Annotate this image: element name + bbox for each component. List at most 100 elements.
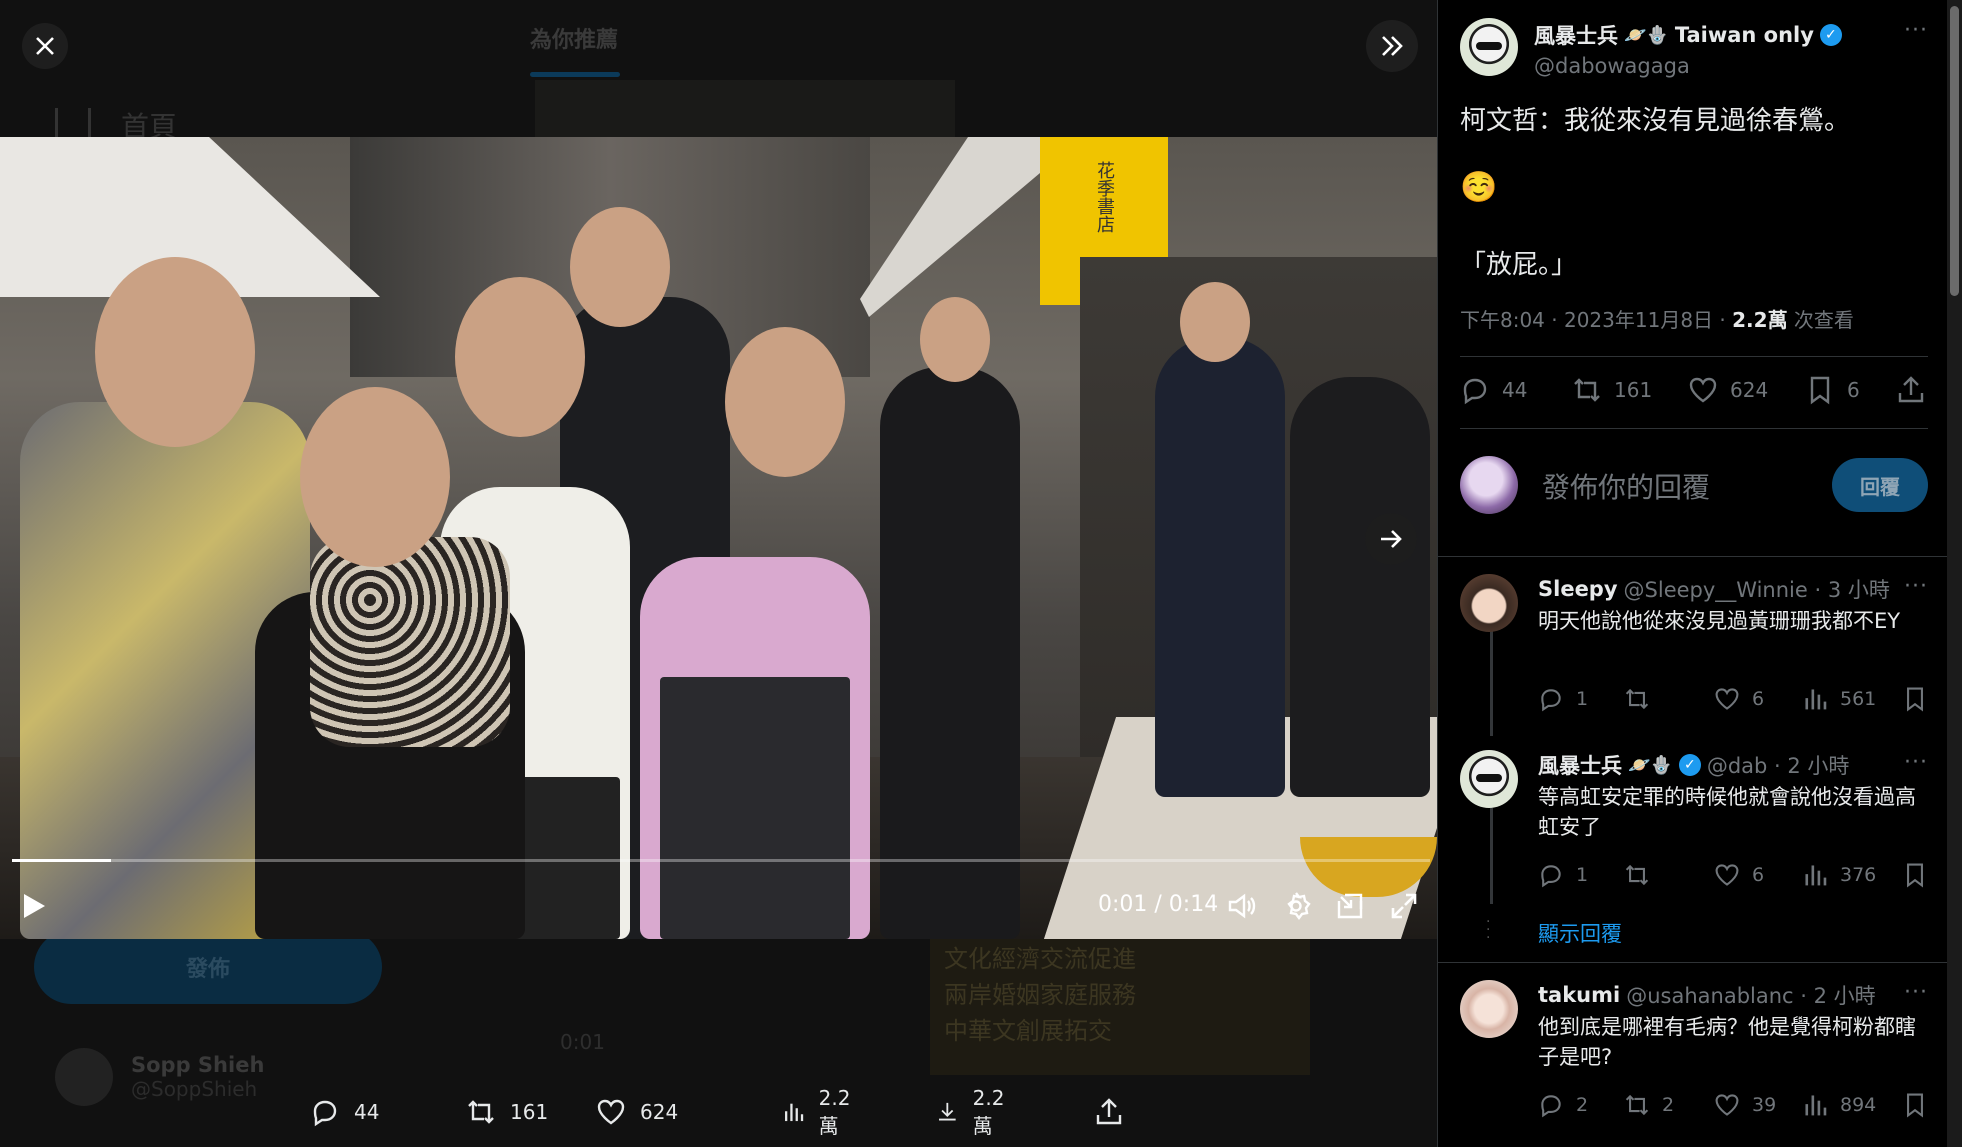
- avatar[interactable]: [1460, 574, 1518, 632]
- media-like-count: 624: [640, 1100, 679, 1124]
- media-like-button[interactable]: 624: [596, 1090, 678, 1134]
- reply-icon: [1541, 865, 1561, 888]
- media-download-count: 2.2萬: [972, 1085, 1005, 1138]
- reply-action-bar: 1 6 561: [1538, 686, 1928, 716]
- avatar[interactable]: [1460, 750, 1518, 808]
- reply-author-name[interactable]: takumi: [1538, 983, 1620, 1007]
- thread-connector-line: [1490, 808, 1493, 904]
- scene-tent-right: [860, 137, 1040, 317]
- show-replies-link[interactable]: 顯示回覆: [1538, 918, 1622, 948]
- video-scrubber[interactable]: [12, 859, 1430, 862]
- retweet-button[interactable]: 2: [1624, 1092, 1674, 1118]
- reply-button[interactable]: 2: [1538, 1092, 1588, 1118]
- pip-icon: [1337, 893, 1363, 919]
- share-button[interactable]: [1896, 375, 1926, 405]
- bg-user-handle: @SoppShieh: [131, 1077, 258, 1101]
- tweet-line-1: 柯文哲：我從來沒有見過徐春鶯。: [1460, 106, 1851, 136]
- media-download-button[interactable]: 2.2萬: [936, 1086, 1012, 1138]
- retweet-button[interactable]: [1624, 686, 1650, 712]
- retweet-button[interactable]: 161: [1572, 375, 1652, 405]
- reply-button[interactable]: 1: [1538, 862, 1588, 888]
- retweet-count: 161: [1614, 378, 1653, 402]
- reply-count: 44: [1502, 378, 1528, 402]
- avatar[interactable]: [1460, 18, 1518, 76]
- panel-scrollbar[interactable]: [1947, 0, 1962, 1147]
- more-options-icon[interactable]: ···: [1904, 750, 1928, 775]
- reply-text: 等高虹安定罪的時候他就會說他沒看過高虹安了: [1538, 785, 1916, 839]
- reply-author-name[interactable]: 風暴士兵: [1538, 750, 1622, 780]
- play-button[interactable]: [16, 886, 52, 926]
- thread-ellipsis-icon: · · ·: [1486, 914, 1491, 946]
- bookmark-button[interactable]: [1902, 686, 1928, 712]
- media-retweet-button[interactable]: 161: [466, 1090, 548, 1134]
- fullscreen-button[interactable]: [1386, 886, 1422, 926]
- tweet-author[interactable]: 風暴士兵 🪐🪬 Taiwan only ✓ @dabowagaga: [1460, 18, 1842, 78]
- like-button[interactable]: 6: [1714, 686, 1764, 712]
- close-button[interactable]: [22, 23, 68, 69]
- volume-icon: [1228, 893, 1256, 919]
- reply-button[interactable]: 1: [1538, 686, 1588, 712]
- views-button[interactable]: 894: [1802, 1092, 1876, 1118]
- reply-author-name[interactable]: Sleepy: [1538, 577, 1618, 601]
- scrollbar-thumb[interactable]: [1950, 6, 1959, 296]
- author-name: 風暴士兵: [1534, 24, 1618, 48]
- bookmark-icon: [1810, 376, 1830, 405]
- divider: [1460, 428, 1928, 429]
- retweet-count: 2: [1662, 1094, 1675, 1116]
- reply-text: 明天他說他從來沒見過黃珊珊我都不EY: [1538, 609, 1901, 633]
- tweet-timestamp[interactable]: 下午8:04 · 2023年11月8日 ·: [1460, 308, 1732, 332]
- bookmark-button[interactable]: [1902, 862, 1928, 888]
- video-player[interactable]: 花季書店: [0, 137, 1437, 939]
- views-button[interactable]: 376: [1802, 862, 1876, 888]
- tweet-thread-panel: 風暴士兵 🪐🪬 Taiwan only ✓ @dabowagaga ··· 柯文…: [1437, 0, 1947, 1147]
- author-name-row: 風暴士兵 🪐🪬 Taiwan only ✓: [1534, 20, 1842, 50]
- reply-input[interactable]: 發佈你的回覆: [1542, 466, 1710, 506]
- tweet-view-count: 2.2萬: [1732, 308, 1788, 332]
- play-icon: [24, 894, 45, 918]
- like-button[interactable]: 624: [1688, 375, 1768, 405]
- fullscreen-icon: [1391, 893, 1417, 919]
- bg-tab-for-you: 為你推薦: [530, 28, 619, 53]
- like-count: 6: [1752, 864, 1765, 886]
- settings-button[interactable]: [1278, 886, 1314, 926]
- media-views-button[interactable]: 2.2萬: [782, 1086, 858, 1138]
- views-chart-icon: [1805, 1095, 1827, 1116]
- bg-tab-underline: [530, 72, 620, 77]
- person-head: [570, 207, 670, 327]
- reply-button[interactable]: 44: [1460, 375, 1527, 405]
- reply-author-emojis: 🪐🪬: [1628, 754, 1673, 776]
- bookmark-count: 6: [1847, 378, 1860, 402]
- close-icon: [36, 37, 54, 55]
- person-head: [300, 387, 450, 567]
- thread-connector-line: [1490, 614, 1493, 736]
- leopard-scarf: [310, 537, 510, 747]
- reply-icon: [313, 1100, 337, 1127]
- reply-action-bar: 2 2 39 894: [1538, 1092, 1928, 1122]
- bookmark-button[interactable]: [1902, 1092, 1928, 1118]
- more-options-icon[interactable]: ···: [1904, 574, 1928, 599]
- retweet-button[interactable]: [1624, 862, 1650, 888]
- person-cameraman: [880, 367, 1020, 939]
- arrow-right-icon: [1381, 530, 1402, 548]
- more-options-icon[interactable]: ···: [1904, 980, 1928, 1005]
- pip-button[interactable]: [1332, 886, 1368, 926]
- next-media-button[interactable]: [1365, 513, 1417, 565]
- collapse-panel-button[interactable]: [1366, 20, 1418, 72]
- views-count: 561: [1840, 688, 1877, 710]
- author-name-suffix: Taiwan only: [1674, 23, 1814, 47]
- like-button[interactable]: 6: [1714, 862, 1764, 888]
- views-count: 376: [1840, 864, 1877, 886]
- more-options-icon[interactable]: ···: [1904, 18, 1928, 43]
- heart-icon: [1715, 864, 1739, 886]
- volume-button[interactable]: [1224, 886, 1260, 926]
- download-icon: [939, 1102, 956, 1121]
- views-button[interactable]: 561: [1802, 686, 1876, 712]
- media-reply-button[interactable]: 44: [310, 1090, 379, 1134]
- avatar[interactable]: [1460, 980, 1518, 1038]
- like-button[interactable]: 39: [1714, 1092, 1776, 1118]
- bookmark-button[interactable]: 6: [1805, 375, 1860, 405]
- reply-count: 2: [1576, 1094, 1589, 1116]
- reply-submit-button[interactable]: 回覆: [1832, 458, 1928, 512]
- bg-mini-video-time: 0:01: [560, 1030, 605, 1054]
- media-share-button[interactable]: [1094, 1090, 1124, 1134]
